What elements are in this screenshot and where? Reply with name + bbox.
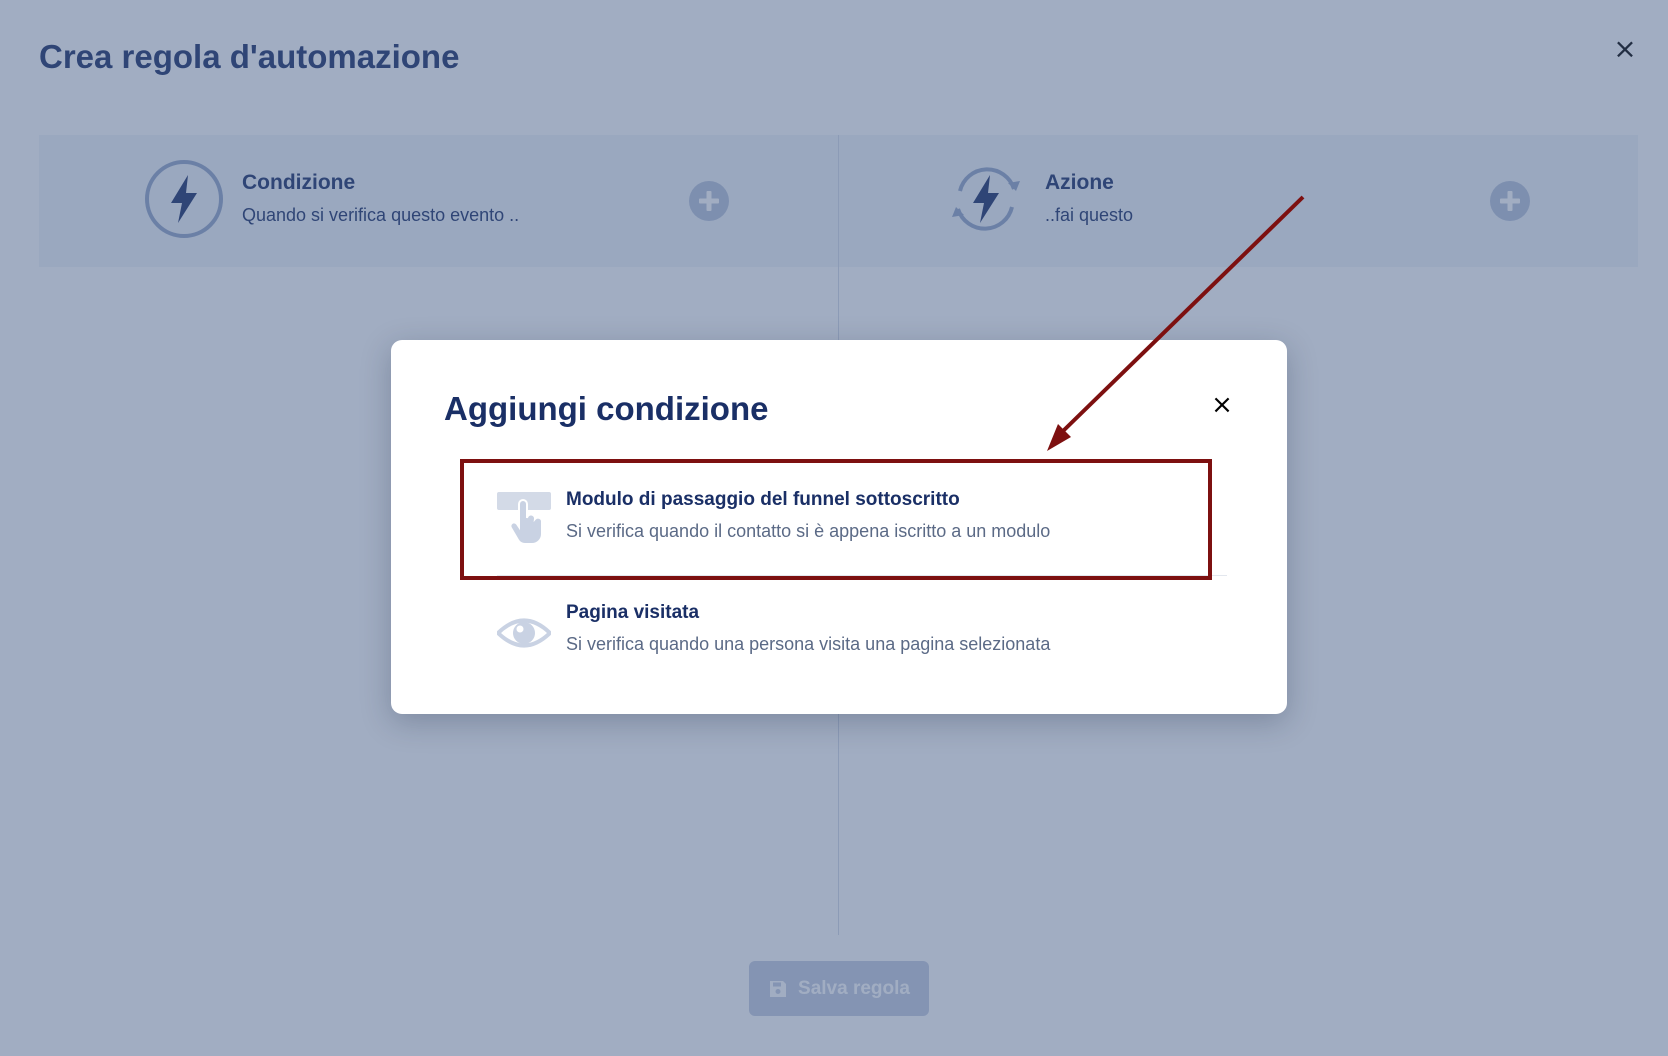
option-description: Si verifica quando una persona visita un… xyxy=(566,634,1051,654)
option-description: Si verifica quando il contatto si è appe… xyxy=(566,521,1051,541)
option-title: Pagina visitata xyxy=(566,602,700,623)
hand-pointer-form-icon xyxy=(497,492,551,544)
option-funnel-form-subscribed[interactable]: Modulo di passaggio del funnel sottoscri… xyxy=(497,460,1227,576)
modal-close-icon[interactable]: × xyxy=(1209,392,1235,418)
add-condition-modal: Aggiungi condizione × Modulo di passaggi… xyxy=(391,340,1287,714)
option-title: Modulo di passaggio del funnel sottoscri… xyxy=(566,489,960,510)
eye-icon xyxy=(497,618,551,648)
modal-title: Aggiungi condizione xyxy=(444,390,769,427)
option-page-visited[interactable]: Pagina visitata Si verifica quando una p… xyxy=(497,576,1227,676)
